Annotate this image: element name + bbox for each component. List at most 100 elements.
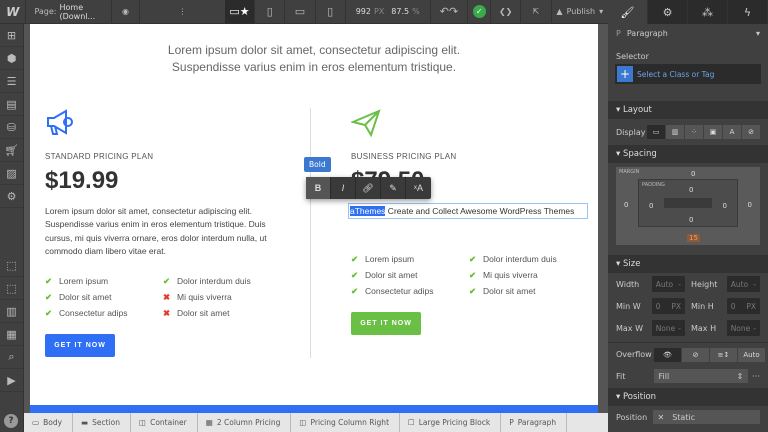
element-menu-icon[interactable]: ▾ [756, 29, 760, 38]
add-element-icon[interactable]: ⊞ [0, 24, 23, 47]
width-value: Auto [655, 279, 674, 289]
breadcrumb-item[interactable]: ◫ Container [131, 413, 198, 432]
phone-device-icon[interactable]: ▯ [316, 0, 346, 24]
max-width-value: None [655, 323, 676, 333]
style-brush-tab-icon[interactable]: 🖌︎ [608, 0, 648, 24]
more-icon[interactable]: ⋮ [140, 0, 225, 24]
max-width-input[interactable]: None - [651, 320, 685, 336]
display-options: ▭ ▥ ⁘ ▣ A ⊘ [647, 125, 760, 139]
display-none-icon[interactable]: ⊘ [742, 125, 760, 139]
padding-right[interactable]: 0 [723, 202, 727, 210]
position-section-header[interactable]: ▾ Position [608, 388, 768, 406]
feature-item: ✔ Lorem ipsum [351, 254, 469, 265]
overflow-auto-button[interactable]: Auto [738, 347, 765, 362]
display-block-icon[interactable]: ▭ [647, 125, 665, 139]
more-options-icon[interactable]: ··· [752, 372, 760, 381]
video-tutorial-icon[interactable]: ▶ [0, 369, 23, 392]
preview-outline-icon[interactable]: ⬚ [0, 277, 23, 300]
position-select[interactable]: ✕ Static [652, 410, 760, 424]
publish-button[interactable]: ▲ Publish ▾ [552, 0, 609, 24]
bold-icon[interactable]: B [306, 177, 331, 199]
breadcrumb-item[interactable]: ☐ Large Pricing Block [400, 413, 502, 432]
assets-icon[interactable]: ▨ [0, 162, 23, 185]
selector-input[interactable]: + Select a Class or Tag [615, 64, 761, 84]
breadcrumb-item[interactable]: ▭ Body [24, 413, 74, 432]
size-section-header[interactable]: ▾ Size [608, 255, 768, 273]
settings-gear-tab-icon[interactable]: ⚙ [648, 0, 688, 24]
spacing-section-header[interactable]: ▾ Spacing [608, 145, 768, 163]
overflow-scroll-icon[interactable]: ≡↕ [710, 347, 737, 362]
interactions-bolt-tab-icon[interactable]: ϟ [728, 0, 768, 24]
margin-right[interactable]: 0 [748, 201, 752, 209]
breadcrumb-item[interactable]: ◫ Pricing Column Right [291, 413, 401, 432]
min-height-input[interactable]: 0 PX [726, 298, 760, 314]
symbols-icon[interactable]: ⬢ [0, 47, 23, 70]
breadcrumb-item[interactable]: ▬ Section [73, 413, 131, 432]
padding-bottom[interactable]: 0 [689, 216, 693, 224]
breadcrumb-item[interactable]: P Paragraph [501, 413, 568, 432]
overflow-hidden-icon[interactable]: ⊘ [682, 347, 709, 362]
help-icon[interactable]: ? [4, 414, 18, 428]
preview-eye-icon[interactable]: ◉ [112, 0, 141, 24]
min-width-input[interactable]: 0 PX [651, 298, 685, 314]
undo-redo-icon[interactable]: ↶↷ [431, 0, 469, 24]
spacing-box[interactable]: MARGIN 0 0 0 15 PADDING 0 0 0 0 [616, 167, 760, 245]
margin-bottom[interactable]: 15 [687, 234, 700, 242]
code-icon[interactable]: ❮❯ [491, 0, 522, 24]
element-type-icon: ◫ [139, 418, 147, 427]
selector-label: Selector [616, 51, 649, 61]
feature-text: Mi quis viverra [483, 270, 538, 280]
content-box [664, 198, 712, 208]
search-icon[interactable]: ⌕ [0, 346, 23, 369]
paragraph-text[interactable]: Create and Collect Awesome WordPress The… [385, 206, 575, 216]
check-icon: ✔ [45, 308, 53, 319]
desktop-device-icon[interactable]: ▭★ [224, 0, 256, 24]
navigator-icon[interactable]: ☰ [0, 70, 23, 93]
pages-icon[interactable]: ▤ [0, 93, 23, 116]
fit-label: Fit [616, 371, 626, 381]
select-tool-icon[interactable]: ⬚ [0, 254, 23, 277]
grid-overlay-icon[interactable]: ▥ [0, 300, 23, 323]
export-icon[interactable]: ⇱ [521, 0, 552, 24]
padding-left[interactable]: 0 [649, 202, 653, 210]
page-selector[interactable]: Page: Home (Downl... [26, 0, 112, 24]
settings-gear-icon[interactable]: ⚙ [0, 185, 23, 208]
get-it-now-button[interactable]: GET IT NOW [351, 312, 421, 335]
style-brush-icon[interactable]: ✎ [381, 177, 406, 199]
breadcrumb-label: Pricing Column Right [310, 418, 390, 427]
display-inline-block-icon[interactable]: ▣ [704, 125, 722, 139]
height-input[interactable]: Auto - [726, 276, 760, 292]
xray-icon[interactable]: ▦ [0, 323, 23, 346]
link-icon[interactable]: 🔗︎ [356, 177, 381, 199]
landscape-device-icon[interactable]: ▭ [285, 0, 316, 24]
breadcrumb-item[interactable]: ▦ 2 Column Pricing [198, 413, 292, 432]
display-inline-icon[interactable]: A [723, 125, 741, 139]
ecommerce-cart-icon[interactable]: 🛒︎ [0, 139, 23, 162]
margin-left[interactable]: 0 [624, 201, 628, 209]
max-height-input[interactable]: None - [726, 320, 760, 336]
selected-paragraph[interactable]: aThemes Create and Collect Awesome WordP… [348, 203, 588, 219]
add-class-icon[interactable]: + [617, 66, 633, 82]
selected-text[interactable]: aThemes [350, 206, 386, 216]
padding-box[interactable]: PADDING 0 0 0 0 [638, 179, 738, 227]
max-height-label: Max H [691, 323, 717, 333]
webflow-logo[interactable]: W [0, 0, 27, 24]
clear-format-icon[interactable]: ˣA [406, 177, 431, 199]
tablet-device-icon[interactable]: ▯ [255, 0, 286, 24]
overflow-visible-icon[interactable]: 👁︎ [654, 347, 681, 362]
italic-icon[interactable]: I [331, 177, 356, 199]
display-grid-icon[interactable]: ⁘ [685, 125, 703, 139]
width-input[interactable]: Auto - [651, 276, 685, 292]
get-it-now-button[interactable]: GET IT NOW [45, 334, 115, 358]
padding-top[interactable]: 0 [689, 186, 693, 194]
cms-icon[interactable]: ⛁ [0, 116, 23, 139]
style-manager-tab-icon[interactable]: ⁂ [688, 0, 728, 24]
fit-select[interactable]: Fill ⇕ [653, 369, 749, 383]
feature-text: Mi quis viverra [177, 292, 232, 303]
design-canvas[interactable]: Lorem ipsum dolor sit amet, consectetur … [30, 24, 598, 413]
display-flex-icon[interactable]: ▥ [666, 125, 684, 139]
layout-section-header[interactable]: ▾ Layout [608, 101, 768, 119]
margin-top[interactable]: 0 [691, 170, 695, 178]
spacing-title: Spacing [622, 149, 657, 159]
check-icon: ✔ [351, 254, 359, 264]
